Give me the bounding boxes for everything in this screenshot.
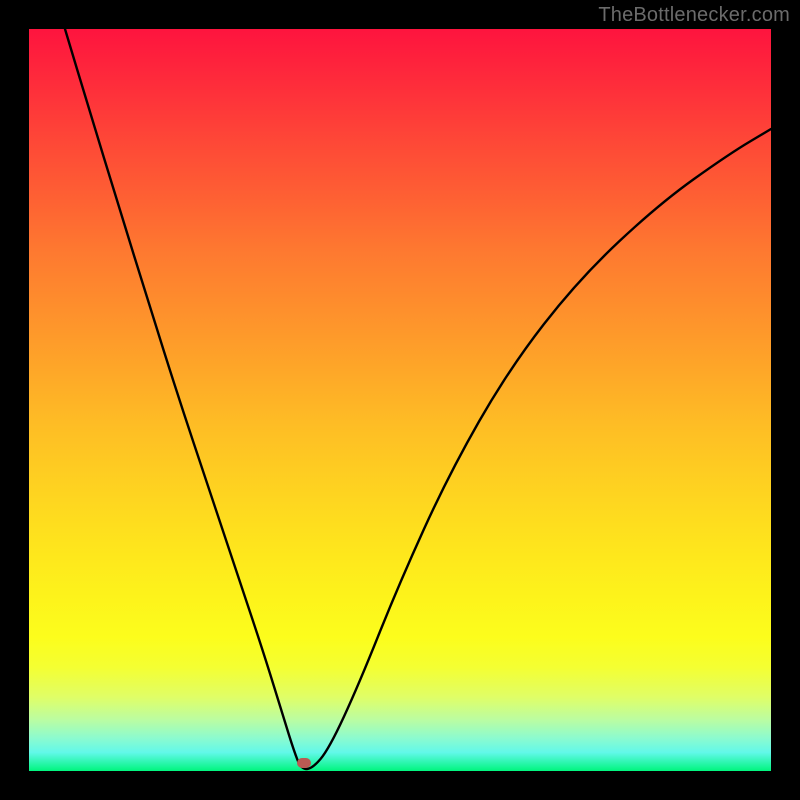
chart-frame: TheBottlenecker.com — [0, 0, 800, 800]
plot-area — [29, 29, 771, 771]
optimal-point-marker — [297, 758, 311, 768]
watermark-text: TheBottlenecker.com — [598, 4, 790, 27]
bottleneck-curve — [29, 29, 771, 771]
